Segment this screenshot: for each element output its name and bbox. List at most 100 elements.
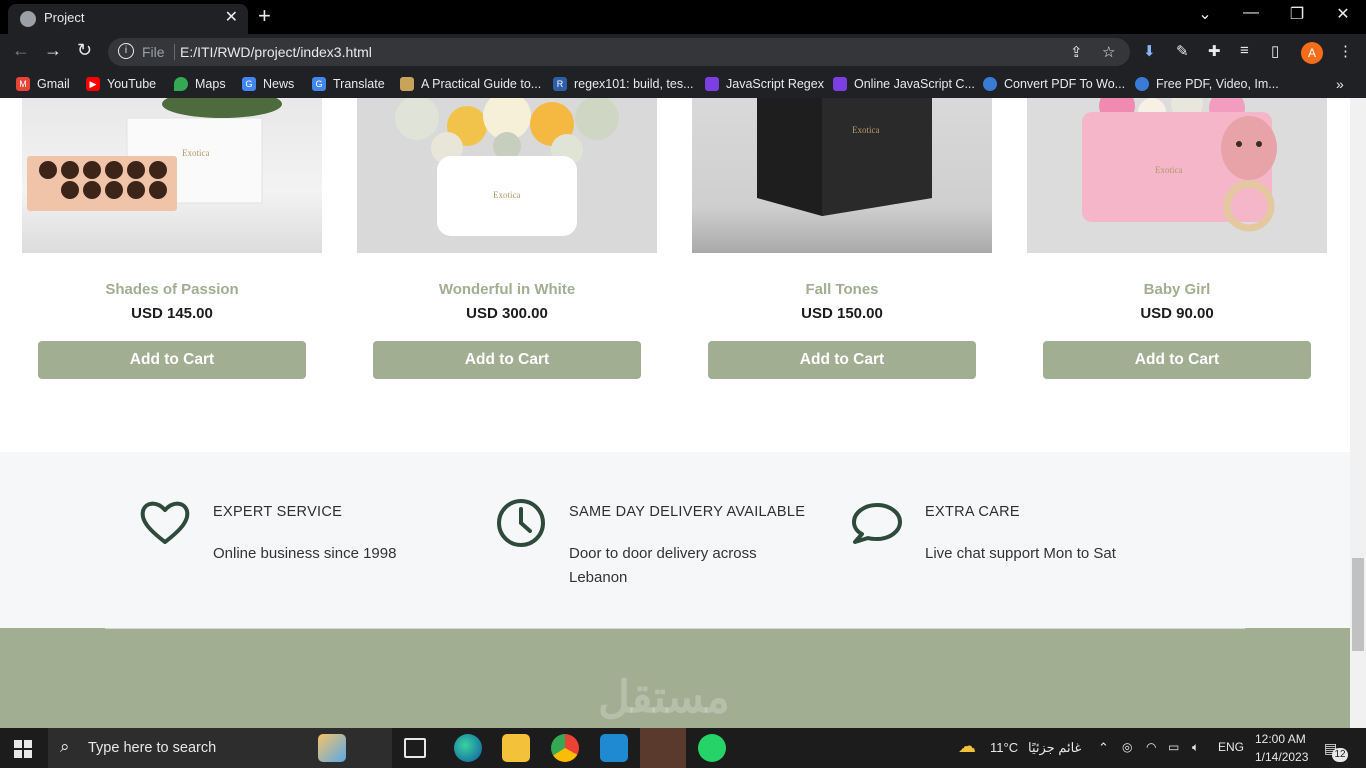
product-price: USD 150.00 [801,305,883,322]
vscode-icon[interactable] [600,734,628,762]
product-name[interactable]: Wonderful in White [357,281,657,298]
news-icon: G [242,77,256,91]
box-brand-text: Exotica [1155,165,1183,175]
meet-now-icon[interactable]: ◎ [1122,740,1132,754]
bookmarks-overflow-icon[interactable]: » [1336,75,1344,93]
visual-studio-icon[interactable] [640,728,686,768]
feature-description: Online business since 1998 [213,545,397,562]
more-menu-icon[interactable]: ⋮ [1338,42,1353,60]
minimize-button[interactable]: — [1228,4,1274,22]
share-icon[interactable]: ⇪ [1070,43,1083,61]
bookmark-translate[interactable]: G Translate [312,75,385,93]
edge-icon[interactable] [454,734,482,762]
search-icon: ⌕ [60,737,70,756]
whatsapp-icon[interactable] [698,734,726,762]
box-brand-text: Exotica [852,125,880,135]
close-tab-icon[interactable]: ✕ [225,7,238,27]
close-window-button[interactable]: ✕ [1320,4,1366,24]
battery-icon[interactable]: ▭ [1168,740,1179,754]
forward-button[interactable]: → [44,40,62,61]
bookmark-free-pdf[interactable]: Free PDF, Video, Im... [1135,75,1279,93]
add-to-cart-button[interactable]: Add to Cart [708,341,976,379]
bookmark-news[interactable]: G News [242,75,294,93]
product-name[interactable]: Baby Girl [1027,281,1327,298]
restore-button[interactable]: ❐ [1274,4,1320,24]
chat-bubble-icon [852,503,902,544]
youtube-icon: ▶ [86,77,100,91]
bookmark-regex101[interactable]: Rregex101: build, tes... [553,75,694,93]
clock-date[interactable]: 1/14/2023 [1255,750,1308,764]
taskbar-search-placeholder: Type here to search [88,740,217,756]
add-to-cart-button[interactable]: Add to Cart [373,341,641,379]
download-icon[interactable]: ⬇ [1143,42,1156,60]
windows-taskbar: ⌕ Type here to search ☁ 11°C غائم جزئيًا… [0,728,1366,768]
task-view-icon[interactable] [404,738,426,758]
watermark-logo: مستقل [598,673,730,722]
volume-icon[interactable]: 🔈︎ [1192,740,1199,755]
clock-time[interactable]: 12:00 AM [1255,732,1306,746]
chevron-up-icon[interactable]: ⌃ [1098,740,1109,756]
scrollbar-thumb[interactable] [1352,558,1364,651]
product-price: USD 300.00 [466,305,548,322]
bookmark-online-javascript[interactable]: Online JavaScript C... [833,75,975,93]
search-highlight-icon [318,734,346,762]
chrome-icon[interactable] [551,734,579,762]
windows-start-icon[interactable] [14,740,32,758]
bookmark-practical-guide[interactable]: A Practical Guide to... [400,75,541,93]
feature-title: SAME DAY DELIVERY AVAILABLE [569,504,806,520]
pen-extension-icon[interactable]: ✎ [1176,42,1189,60]
product-image[interactable]: Exotica [1027,98,1327,253]
browser-toolbar: ← → ↻ i File E:/ITI/RWD/project/index3.h… [0,34,1366,70]
product-name[interactable]: Shades of Passion [22,281,322,298]
globe-icon [20,11,36,27]
url-separator [174,44,175,60]
reload-button[interactable]: ↻ [77,40,92,61]
footer-divider [105,628,1245,629]
new-tab-button[interactable]: + [258,3,271,29]
site-info-icon[interactable]: i [118,43,134,59]
feature-title: EXTRA CARE [925,504,1020,520]
side-panel-icon[interactable]: ▯ [1271,42,1279,60]
weather-description[interactable]: غائم جزئيًا [1028,740,1081,756]
weather-temperature[interactable]: 11°C [990,740,1018,755]
guide-icon [400,77,414,91]
profile-avatar[interactable]: A [1301,42,1323,64]
bookmark-javascript-regex[interactable]: JavaScript Regex [705,75,824,93]
bookmarks-bar: M Gmail ▶ YouTube Maps G News G Translate A … [0,70,1366,98]
bookmark-convert-pdf[interactable]: Convert PDF To Wo... [983,75,1125,93]
black-gift-box-illustration: Exotica [757,98,932,216]
product-price: USD 90.00 [1140,305,1214,322]
bookmark-youtube[interactable]: ▶ YouTube [86,75,156,93]
extensions-puzzle-icon[interactable]: ✚ [1208,42,1221,60]
tab-search-icon[interactable]: ⌄ [1182,4,1228,24]
address-bar[interactable]: i File E:/ITI/RWD/project/index3.html ⇪ … [108,38,1130,66]
bookmark-star-icon[interactable]: ☆ [1102,43,1115,61]
network-icon[interactable]: ◠ [1146,740,1156,754]
file-explorer-icon[interactable] [502,734,530,762]
product-name[interactable]: Fall Tones [692,281,992,298]
product-image[interactable]: Exotica [692,98,992,253]
taskbar-search-box[interactable]: ⌕ Type here to search [48,728,392,768]
browser-tab[interactable]: Project ✕ [8,4,248,34]
add-to-cart-button[interactable]: Add to Cart [38,341,306,379]
box-brand-text: Exotica [493,190,521,200]
add-to-cart-button[interactable]: Add to Cart [1043,341,1311,379]
media-queue-icon[interactable]: ≡ [1240,42,1249,59]
product-image[interactable]: Exotica [357,98,657,253]
feature-title: EXPERT SERVICE [213,504,343,520]
back-button[interactable]: ← [12,40,30,61]
pdf-icon [983,77,997,91]
js-regex-icon [705,77,719,91]
heart-icon [140,501,190,544]
weather-icon[interactable]: ☁ [958,736,976,757]
bookmark-gmail[interactable]: M Gmail [16,75,70,93]
url-text[interactable]: E:/ITI/RWD/project/index3.html [180,44,372,60]
bookmark-maps[interactable]: Maps [174,75,226,93]
free-pdf-icon [1135,77,1149,91]
gmail-icon: M [16,77,30,91]
language-indicator[interactable]: ENG [1218,740,1244,754]
browser-tab-bar: Project ✕ + ⌄ — ❐ ✕ [0,0,1366,34]
regex101-icon: R [553,77,567,91]
product-image[interactable]: Exotica [22,98,322,253]
notification-count-badge: 12 [1332,748,1348,762]
